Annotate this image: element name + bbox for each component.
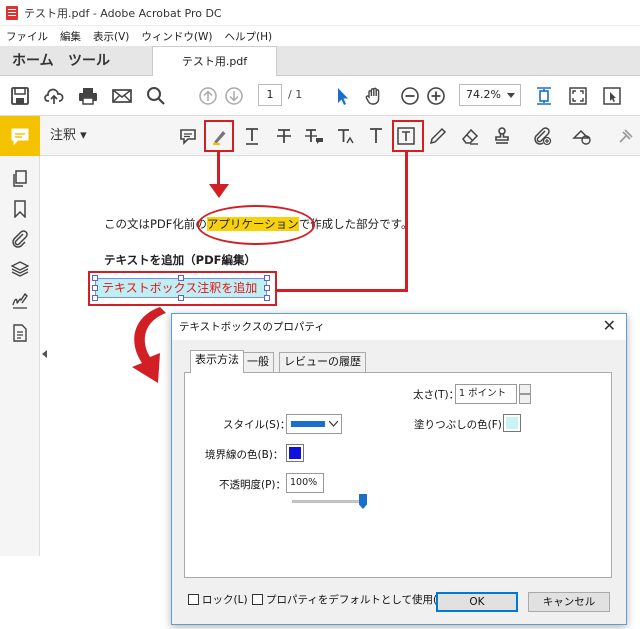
thickness-label: 太さ(T)： [413,389,460,401]
fill-color-label: 塗りつぶしの色(F)： [414,419,513,431]
zoom-in-icon[interactable] [424,84,448,108]
text-after-highlight: で作成した部分です。 [298,217,413,231]
document-properties-icon[interactable] [9,322,31,344]
tab-bar: ホーム ツール テスト用.pdf [0,46,640,77]
zoom-out-icon[interactable] [398,84,422,108]
opacity-slider-track[interactable] [292,500,366,503]
callout-highlight-tool [204,120,234,152]
search-icon[interactable] [144,84,168,108]
menu-file[interactable]: ファイル [0,29,54,44]
pencil-icon[interactable] [426,124,450,148]
select-cursor-icon[interactable] [330,84,354,108]
lock-checkbox[interactable] [188,594,199,605]
style-select[interactable] [286,414,342,434]
thickness-input[interactable]: 1 ポイント [455,384,517,404]
text-before-highlight: この文はPDF化前の [104,217,207,231]
border-color-swatch[interactable] [286,444,304,462]
style-solid-line [291,421,325,427]
title-bar: テスト用.pdf - Adobe Acrobat Pro DC [0,0,640,26]
fit-page-icon[interactable] [532,84,556,108]
save-icon[interactable] [8,84,32,108]
upload-cloud-icon[interactable] [42,84,66,108]
callout-connector-horizontal [277,289,408,292]
bookmark-icon[interactable] [9,198,31,220]
border-color-value [289,447,301,459]
comment-panel-toggle[interactable] [0,116,40,156]
chevron-down-icon [329,421,338,427]
callout-textbox-frame [88,271,277,306]
tab-tools[interactable]: ツール [68,46,110,76]
shapes-icon[interactable] [570,124,594,148]
hand-tool-icon[interactable] [362,84,386,108]
spin-down-icon[interactable] [519,394,531,404]
lock-label: ロック(L) [202,594,248,606]
pages-thumbnail-icon[interactable] [9,168,31,190]
callout-textbox-tool [392,120,424,152]
textbox-properties-dialog: テキストボックスのプロパティ ✕ 表示方法 一般 レビューの履歴 太さ(T)： … [171,313,627,625]
callout-ellipse [197,205,315,245]
fill-color-value [506,417,518,429]
default-properties-checkbox[interactable] [252,594,263,605]
sticky-note-icon[interactable] [176,124,200,148]
strikethrough-text-icon[interactable] [272,124,296,148]
replace-text-icon[interactable] [302,124,326,148]
eraser-icon[interactable] [458,124,482,148]
menu-edit[interactable]: 編集 [54,29,87,44]
tab-document[interactable]: テスト用.pdf [152,46,277,77]
menu-help[interactable]: ヘルプ(H) [218,29,278,44]
menu-window[interactable]: ウィンドウ(W) [135,29,218,44]
chevron-down-icon [507,93,515,98]
insert-text-icon[interactable] [334,124,358,148]
default-properties-label: プロパティをデフォルトとして使用(M) [266,594,451,606]
page-total: / 1 [288,88,303,101]
add-text-icon[interactable] [364,124,388,148]
tab-appearance[interactable]: 表示方法 [190,350,244,373]
close-icon[interactable]: ✕ [603,316,616,335]
opacity-label: 不透明度(P)： [219,479,287,491]
spin-up-icon[interactable] [519,384,531,394]
page-down-icon[interactable] [222,84,246,108]
style-label: スタイル(S)： [223,419,291,431]
tab-review-history[interactable]: レビューの履歴 [279,352,366,372]
menu-view[interactable]: 表示(V) [87,29,135,44]
signature-icon[interactable] [9,290,31,312]
attach-file-icon[interactable] [530,124,554,148]
comment-bubble-icon [11,128,29,146]
pointer-tool-icon[interactable] [600,84,624,108]
attachment-icon[interactable] [9,228,31,250]
tab-general[interactable]: 一般 [242,352,274,372]
left-navigation-panel [0,156,40,556]
collapse-panel-icon[interactable] [42,350,47,358]
mail-icon[interactable] [110,84,134,108]
pin-icon[interactable] [614,124,638,148]
window-title: テスト用.pdf - Adobe Acrobat Pro DC [24,6,222,20]
cancel-button[interactable]: キャンセル [528,592,610,612]
pdf-file-icon [6,5,18,20]
callout-arrow-head [209,184,229,198]
callout-connector-vertical [405,152,408,292]
stamp-icon[interactable] [490,124,514,148]
opacity-input[interactable]: 100% [286,473,324,493]
print-icon[interactable] [76,84,100,108]
page-up-icon[interactable] [196,84,220,108]
zoom-select[interactable]: 74.2% [459,84,521,106]
ok-button[interactable]: OK [436,592,518,612]
tab-home[interactable]: ホーム [12,46,54,76]
zoom-value: 74.2% [466,88,501,101]
document-heading: テキストを追加（PDF編集） [104,253,256,267]
appearance-panel: 太さ(T)： 1 ポイント スタイル(S)： 塗りつぶしの色(F)： 境界線の色… [184,372,612,578]
annotation-menu[interactable]: 注釈 ▾ [50,116,87,156]
page-number-input[interactable]: 1 [258,84,282,106]
layers-icon[interactable] [9,258,31,280]
full-screen-icon[interactable] [566,84,590,108]
underline-text-icon[interactable] [240,124,264,148]
border-color-label: 境界線の色(B)： [205,449,284,461]
callout-arrow-line [217,152,220,186]
fill-color-swatch[interactable] [503,414,521,432]
menu-bar: ファイル 編集 表示(V) ウィンドウ(W) ヘルプ(H) [0,26,640,46]
dialog-title: テキストボックスのプロパティ [172,314,626,340]
